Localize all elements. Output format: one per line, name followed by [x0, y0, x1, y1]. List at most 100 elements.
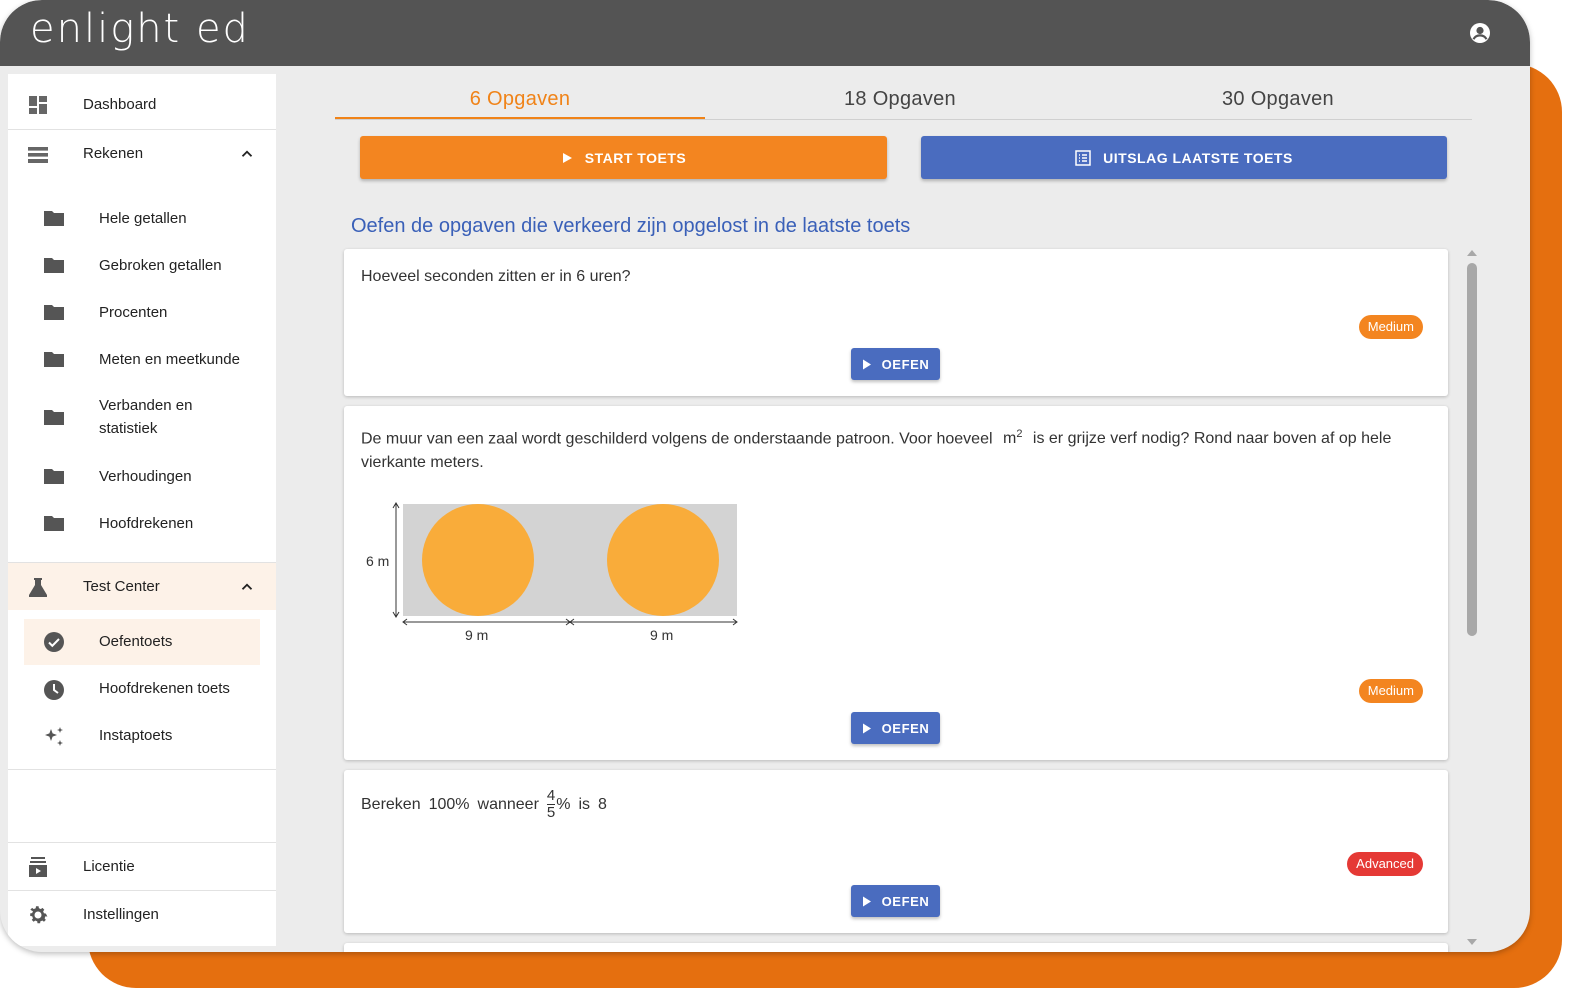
dashboard-icon: [29, 96, 47, 114]
sidebar-item-label: Instellingen: [83, 906, 159, 923]
check-circle-icon: [44, 632, 64, 652]
scroll-down-arrow-icon[interactable]: [1466, 937, 1478, 947]
folder-icon: [44, 469, 64, 484]
sidebar: Dashboard Rekenen Hele getallen Gebroken…: [8, 74, 276, 946]
folder-icon: [44, 211, 64, 226]
sidebar-item-instellingen[interactable]: Instellingen: [8, 891, 276, 938]
sidebar-item-hele-getallen[interactable]: Hele getallen: [24, 204, 260, 234]
sidebar-item-label: Hoofdrekenen: [99, 515, 194, 532]
orange-circle: [607, 504, 719, 616]
dimension-label: 9 m: [465, 627, 489, 643]
list-alt-icon: [1075, 149, 1091, 166]
uitslag-label: UITSLAG LAATSTE TOETS: [1103, 149, 1293, 166]
question-card: [344, 943, 1448, 952]
sidebar-item-label: Test Center: [83, 578, 160, 595]
sidebar-item-meten-en-meetkunde[interactable]: Meten en meetkunde: [24, 345, 260, 375]
sidebar-item-label: Hoofdrekenen toets: [99, 680, 230, 697]
dimension-label: 9 m: [650, 627, 674, 643]
play-icon: [862, 896, 871, 906]
sparkle-icon: [45, 727, 63, 746]
question-card: De muur van een zaal wordt geschilderd v…: [344, 406, 1448, 760]
difficulty-badge: Medium: [1358, 679, 1423, 703]
tab-6-opgaven[interactable]: 6 Opgaven: [335, 80, 705, 119]
sidebar-item-label: Hele getallen: [99, 210, 187, 227]
account-icon[interactable]: [1468, 21, 1492, 45]
sidebar-item-label: Meten en meetkunde: [99, 351, 240, 368]
question-text: De muur van een zaal wordt geschilderd v…: [361, 422, 1421, 475]
flask-icon: [29, 578, 47, 597]
gear-icon: [30, 906, 48, 924]
tab-bar: 6 Opgaven 18 Opgaven 30 Opgaven: [335, 80, 1472, 120]
oefen-label: OEFEN: [881, 720, 930, 736]
unit: m: [1002, 430, 1017, 448]
sidebar-item-label: Procenten: [99, 304, 168, 321]
oefen-button[interactable]: OEFEN: [851, 348, 940, 380]
fraction: 4 5: [546, 787, 556, 821]
sidebar-item-dashboard[interactable]: Dashboard: [8, 74, 276, 130]
oefen-label: OEFEN: [881, 893, 930, 909]
sidebar-item-hoofdrekenen[interactable]: Hoofdrekenen: [24, 509, 260, 539]
sidebar-item-label: Verhoudingen: [99, 468, 192, 485]
question-text-part: is: [578, 795, 591, 813]
oefen-button[interactable]: OEFEN: [851, 885, 940, 917]
folder-icon: [44, 305, 64, 320]
question-text-part: 8: [598, 795, 607, 813]
tab-30-opgaven[interactable]: 30 Opgaven: [1093, 80, 1463, 119]
sidebar-item-oefentoets[interactable]: Oefentoets: [24, 619, 260, 665]
question-card: Bereken 100% wanneer 4 5 % is 8 Advanced…: [344, 770, 1448, 933]
folder-icon: [44, 258, 64, 273]
sidebar-item-verbanden-en-statistiek[interactable]: Verbanden en statistiek: [24, 392, 260, 442]
play-icon: [862, 723, 871, 733]
question-text-part: 100%: [428, 795, 470, 813]
question-text: Hoeveel seconden zitten er in 6 uren?: [361, 268, 631, 285]
app-window: enlight ed Dashboard Rekenen Hele getall…: [0, 0, 1530, 952]
sidebar-item-procenten[interactable]: Procenten: [24, 298, 260, 328]
sidebar-item-gebroken-getallen[interactable]: Gebroken getallen: [24, 251, 260, 281]
logo: enlight ed: [30, 6, 250, 52]
scrollbar-thumb[interactable]: [1467, 263, 1477, 636]
sidebar-item-verhoudingen[interactable]: Verhoudingen: [24, 462, 260, 492]
oefen-label: OEFEN: [881, 356, 930, 372]
sidebar-item-licentie[interactable]: Licentie: [8, 843, 276, 890]
clock-icon: [44, 680, 64, 700]
play-icon: [862, 359, 871, 369]
section-heading: Oefen de opgaven die verkeerd zijn opgel…: [351, 215, 911, 237]
chevron-up-icon[interactable]: [238, 145, 256, 163]
question-text: Bereken 100% wanneer 4 5 % is 8: [361, 788, 607, 821]
sidebar-item-instaptoets[interactable]: Instaptoets: [24, 721, 260, 751]
sidebar-item-label: Rekenen: [83, 145, 144, 162]
unit-exponent: 2: [1016, 428, 1023, 440]
divider: [8, 769, 276, 770]
sidebar-item-label: Instaptoets: [99, 727, 173, 744]
wall-pattern-diagram: [392, 502, 738, 626]
play-icon: [562, 152, 572, 163]
sidebar-item-hoofdrekenen-toets[interactable]: Hoofdrekenen toets: [24, 674, 260, 704]
sidebar-item-label: Oefentoets: [99, 633, 173, 650]
chevron-up-icon[interactable]: [238, 578, 256, 596]
difficulty-badge: Advanced: [1347, 852, 1423, 876]
license-icon: [29, 857, 47, 877]
question-text-part: De muur van een zaal wordt geschilderd v…: [361, 430, 993, 448]
question-text-part: Bereken: [361, 795, 421, 813]
question-text-part: wanneer: [477, 795, 539, 813]
list-icon: [28, 147, 48, 163]
sidebar-item-label: Dashboard: [83, 96, 157, 113]
difficulty-badge: Medium: [1358, 315, 1423, 339]
sidebar-item-test-center[interactable]: Test Center: [8, 563, 276, 610]
orange-circle: [422, 504, 534, 616]
sidebar-item-rekenen[interactable]: Rekenen: [8, 130, 276, 178]
tab-18-opgaven[interactable]: 18 Opgaven: [715, 80, 1085, 119]
fraction-denominator: 5: [546, 804, 556, 821]
folder-icon: [44, 352, 64, 367]
folder-icon: [44, 410, 64, 425]
sidebar-item-label: Gebroken getallen: [99, 257, 222, 274]
oefen-button[interactable]: OEFEN: [851, 712, 940, 744]
folder-icon: [44, 516, 64, 531]
start-toets-button[interactable]: START TOETS: [360, 136, 887, 179]
sidebar-item-label: Licentie: [83, 858, 135, 875]
question-text-part: %: [556, 795, 571, 813]
scroll-up-arrow-icon[interactable]: [1466, 248, 1478, 258]
uitslag-laatste-toets-button[interactable]: UITSLAG LAATSTE TOETS: [921, 136, 1447, 179]
question-card: Hoeveel seconden zitten er in 6 uren? Me…: [344, 249, 1448, 396]
fraction-numerator: 4: [546, 787, 556, 805]
